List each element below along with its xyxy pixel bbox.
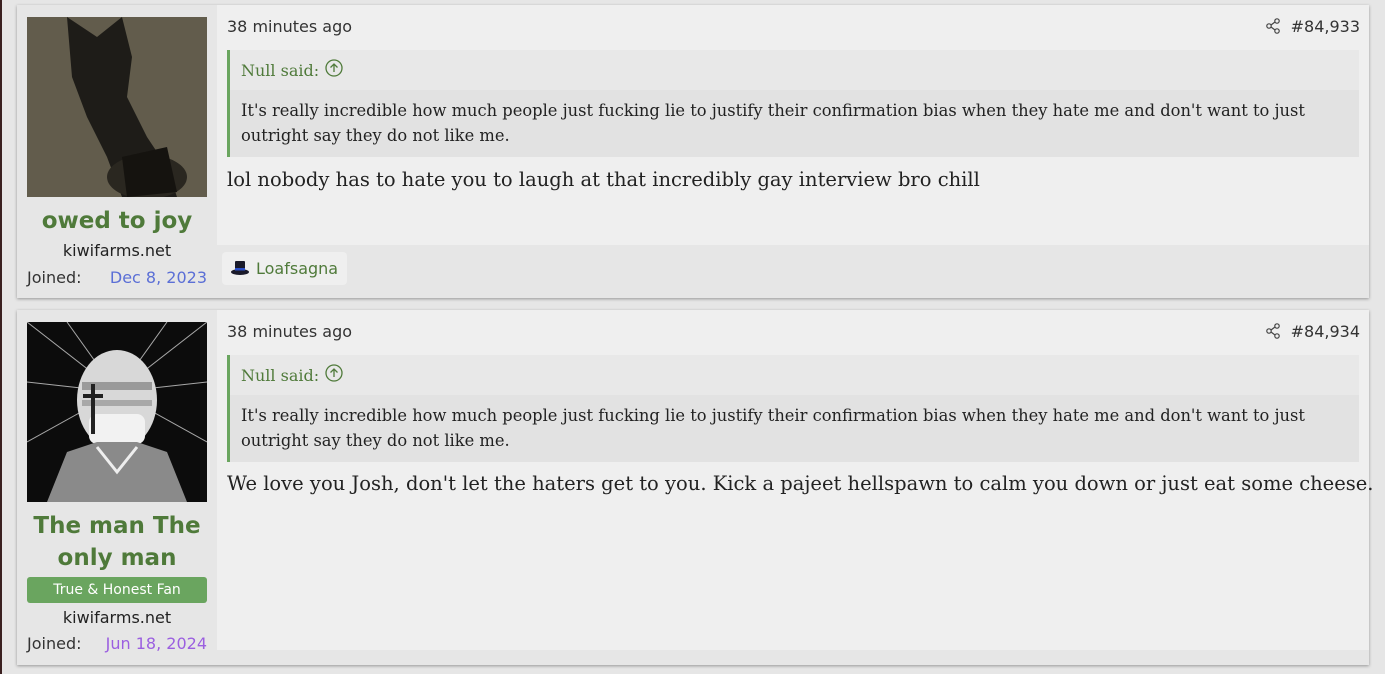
avatar[interactable]	[27, 322, 207, 502]
post-main: 38 minutes ago #84,934 Null said: It's r…	[217, 310, 1374, 665]
post-number[interactable]: #84,933	[1291, 17, 1360, 36]
quote-author[interactable]: Null said:	[241, 61, 319, 80]
user-panel: The man The only man True & Honest Fan k…	[17, 310, 217, 665]
username[interactable]: The man The only man	[17, 510, 217, 574]
post-message: We love you Josh, don't let the haters g…	[227, 472, 1374, 495]
top-hat-icon	[230, 258, 250, 280]
quote-text: It's really incredible how much people j…	[230, 395, 1359, 462]
quote-text: It's really incredible how much people j…	[230, 90, 1359, 157]
reaction-user[interactable]: Loafsagna	[256, 259, 338, 278]
post-time[interactable]: 38 minutes ago	[227, 322, 352, 341]
post: The man The only man True & Honest Fan k…	[17, 310, 1374, 665]
quote-block: Null said: It's really incredible how mu…	[227, 50, 1359, 157]
avatar[interactable]	[27, 17, 207, 197]
arrow-up-circle-icon[interactable]	[325, 59, 343, 81]
joined-label: Joined:	[27, 634, 82, 653]
post: owed to joy kiwifarms.net Joined: Dec 8,…	[17, 5, 1369, 298]
user-site: kiwifarms.net	[62, 608, 172, 627]
share-icon[interactable]	[1265, 18, 1283, 36]
user-site: kiwifarms.net	[62, 241, 172, 260]
arrow-up-circle-icon[interactable]	[325, 364, 343, 386]
post-time[interactable]: 38 minutes ago	[227, 17, 352, 36]
reactions-bar: Loafsagna	[217, 245, 1369, 298]
window-edge	[0, 0, 2, 674]
reaction[interactable]: Loafsagna	[222, 252, 348, 285]
post-number[interactable]: #84,934	[1291, 322, 1360, 341]
user-banner: True & Honest Fan	[27, 577, 207, 603]
post-footer	[217, 650, 1369, 665]
joined-date: Dec 8, 2023	[109, 268, 207, 287]
joined-date: Jun 18, 2024	[105, 634, 207, 653]
quote-author[interactable]: Null said:	[241, 366, 319, 385]
quote-block: Null said: It's really incredible how mu…	[227, 355, 1359, 462]
post-message: lol nobody has to hate you to laugh at t…	[227, 168, 980, 191]
share-icon[interactable]	[1265, 323, 1283, 341]
user-panel: owed to joy kiwifarms.net Joined: Dec 8,…	[17, 5, 217, 298]
joined-label: Joined:	[27, 268, 82, 287]
username[interactable]: owed to joy	[17, 205, 217, 237]
